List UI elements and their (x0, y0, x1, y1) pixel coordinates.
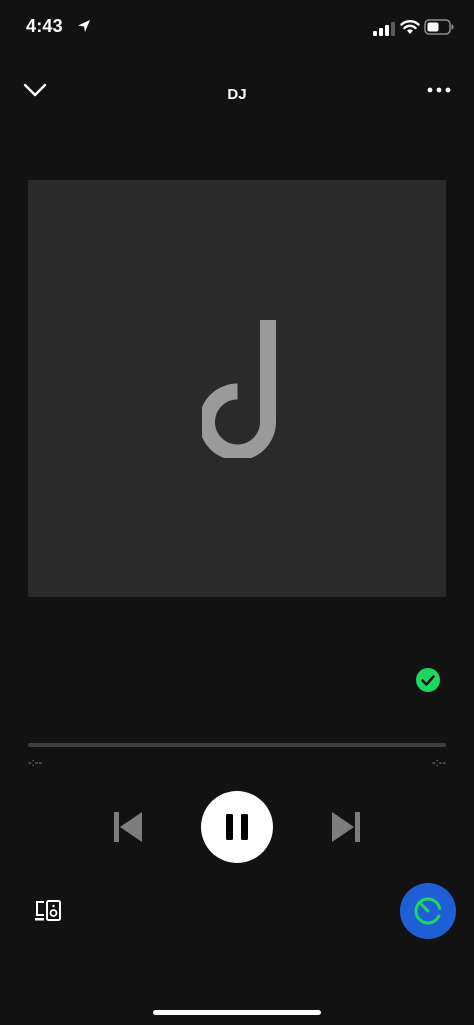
location-arrow-icon (78, 20, 90, 32)
liked-checkmark-button[interactable] (416, 668, 440, 692)
battery-icon (424, 19, 454, 35)
cellular-signal-icon (373, 22, 395, 36)
dj-button[interactable] (400, 883, 456, 939)
skip-next-icon[interactable] (330, 810, 362, 844)
remaining-time: -:-- (431, 757, 446, 769)
album-artwork (28, 180, 446, 597)
dj-logo (202, 320, 276, 458)
progress-bar[interactable] (28, 743, 446, 747)
more-options-icon[interactable] (426, 86, 452, 94)
page-title: DJ (227, 86, 247, 103)
dj-refresh-icon (414, 897, 442, 925)
checkmark-icon (421, 675, 435, 686)
skip-previous-icon[interactable] (112, 810, 144, 844)
pause-icon (226, 814, 248, 840)
elapsed-time: -:-- (28, 757, 43, 769)
pause-button[interactable] (201, 791, 273, 863)
home-indicator[interactable] (153, 1010, 321, 1015)
status-time: 4:43 (26, 16, 63, 36)
wifi-icon (400, 20, 420, 34)
connect-devices-icon[interactable] (34, 898, 64, 924)
